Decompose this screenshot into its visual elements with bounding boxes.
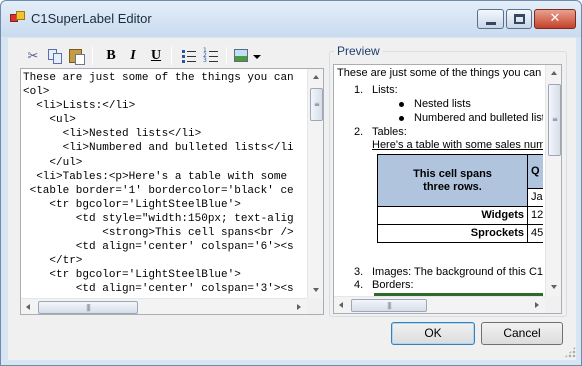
scroll-down-icon[interactable]: [313, 288, 319, 292]
scroll-up-icon[interactable]: [551, 71, 557, 75]
minimize-icon: [486, 22, 496, 25]
resize-grip-icon[interactable]: [564, 346, 576, 358]
list-number: 1.: [354, 84, 364, 96]
scroll-right-icon[interactable]: [297, 304, 301, 310]
scroll-thumb[interactable]: ≡: [548, 84, 561, 156]
scrollbar-corner: [307, 298, 323, 314]
list-item: Borders:: [372, 279, 414, 291]
maximize-button[interactable]: [506, 9, 532, 29]
editor-window: C1SuperLabel Editor ✕ ✂ B I U 1 2 3 Thes…: [0, 0, 582, 366]
minimize-button[interactable]: [477, 9, 504, 29]
code-line: <li>Nested lists</li>: [23, 128, 202, 141]
preview-horizontal-scrollbar[interactable]: |||: [334, 296, 545, 313]
close-icon: ✕: [549, 11, 561, 26]
scrollbar-corner: [545, 296, 561, 313]
code-line: <td align='center' colspan='3'><s: [23, 283, 294, 296]
code-line: <td style="width:150px; text-alig: [23, 212, 294, 225]
code-line: <li>Tables:<p>Here's a table with some: [23, 170, 288, 183]
code-line: <ol>: [23, 86, 50, 99]
code-line: <strong>This cell spans<br />: [23, 227, 294, 240]
scroll-left-icon[interactable]: [339, 302, 343, 308]
code-line: </ul>: [23, 156, 83, 169]
bold-button[interactable]: B: [100, 46, 122, 66]
preview-pane[interactable]: These are just some of the things you ca…: [333, 64, 562, 314]
preview-content: These are just some of the things you ca…: [337, 67, 543, 296]
window-title: C1SuperLabel Editor: [31, 11, 152, 26]
toolbar: ✂ B I U 1 2 3: [22, 45, 312, 69]
numbered-list-button[interactable]: 1 2 3: [200, 46, 222, 66]
cancel-button[interactable]: Cancel: [481, 322, 563, 345]
toolbar-separator: [92, 47, 93, 65]
dialog-client: ✂ B I U 1 2 3 These are just some of the…: [8, 38, 576, 360]
sub-list-item: Numbered and bulleted lists: [414, 112, 543, 124]
scroll-right-icon[interactable]: [535, 302, 539, 308]
dropdown-arrow-icon: [253, 55, 261, 59]
list-item: Images: The background of this C1S: [372, 266, 543, 278]
row-label: Sprockets: [377, 224, 528, 243]
code-line: <tr bgcolor='LightSteelBlue'>: [23, 269, 241, 282]
cut-button[interactable]: ✂: [22, 46, 44, 66]
code-line: <td align='center' colspan='6'><s: [23, 241, 294, 254]
month-header: Jan: [527, 188, 543, 207]
maximize-icon: [514, 14, 525, 24]
sales-table: This cell spans three rows. Q Jan Widget…: [377, 154, 543, 243]
span-cell: This cell spans three rows.: [377, 154, 528, 207]
italic-icon: I: [130, 48, 136, 63]
bullet-icon: [399, 102, 404, 107]
code-line: </tr>: [23, 255, 83, 268]
editor-vertical-scrollbar[interactable]: ≡: [307, 69, 323, 299]
cell-value: 45: [527, 224, 543, 243]
html-source-text[interactable]: These are just some of the things you ca…: [23, 71, 306, 297]
scroll-up-icon[interactable]: [313, 75, 319, 79]
paste-button[interactable]: [66, 46, 88, 66]
underline-icon: U: [150, 48, 162, 63]
title-bar[interactable]: C1SuperLabel Editor ✕: [1, 1, 581, 37]
bullet-icon: [399, 116, 404, 121]
italic-button[interactable]: I: [122, 46, 144, 66]
close-button[interactable]: ✕: [534, 9, 576, 29]
preview-vertical-scrollbar[interactable]: ≡: [545, 65, 561, 296]
list-item: Tables:: [372, 126, 407, 138]
app-icon: [10, 11, 26, 25]
scroll-thumb[interactable]: |||: [38, 301, 138, 314]
scroll-down-icon[interactable]: [551, 285, 557, 289]
scroll-left-icon[interactable]: [26, 304, 30, 310]
list-item: Lists:: [372, 84, 398, 96]
cut-icon: ✂: [27, 48, 39, 63]
cell-value: 12: [527, 206, 543, 225]
preview-intro: These are just some of the things you ca…: [337, 67, 543, 79]
ok-button[interactable]: OK: [391, 322, 475, 345]
table-caption: Here's a table with some sales numb: [372, 139, 543, 151]
insert-image-button[interactable]: [232, 46, 262, 66]
scroll-thumb[interactable]: ≡: [310, 88, 323, 121]
table-row: Widgets 12: [377, 206, 543, 225]
row-label: Widgets: [377, 206, 528, 225]
table-row: Sprockets 45: [377, 224, 543, 243]
copy-button[interactable]: [44, 46, 66, 66]
toolbar-separator: [226, 47, 227, 65]
bold-icon: B: [106, 48, 116, 63]
preview-label: Preview: [334, 44, 383, 58]
code-line: <table border='1' bordercolor='black' ce: [23, 184, 294, 197]
code-line: <li>Lists:</li>: [23, 100, 136, 113]
list-number: 3.: [354, 266, 364, 278]
underline-button[interactable]: U: [145, 46, 167, 66]
bulleted-list-button[interactable]: [178, 46, 200, 66]
code-line: These are just some of the things you ca…: [23, 72, 294, 84]
list-number: 2.: [354, 126, 364, 138]
editor-horizontal-scrollbar[interactable]: |||: [21, 298, 307, 314]
sub-list-item: Nested lists: [414, 98, 471, 110]
quarter-header: Q: [527, 154, 543, 189]
toolbar-separator: [171, 47, 172, 65]
list-number: 4.: [354, 279, 364, 291]
scroll-thumb[interactable]: |||: [351, 299, 427, 312]
code-line: <li>Numbered and bulleted lists</li: [23, 142, 294, 155]
table-row: This cell spans three rows. Q: [377, 154, 543, 207]
code-line: <ul>: [23, 114, 76, 127]
html-editor[interactable]: These are just some of the things you ca…: [20, 68, 324, 315]
code-line: <tr bgcolor='LightSteelBlue'>: [23, 198, 241, 211]
